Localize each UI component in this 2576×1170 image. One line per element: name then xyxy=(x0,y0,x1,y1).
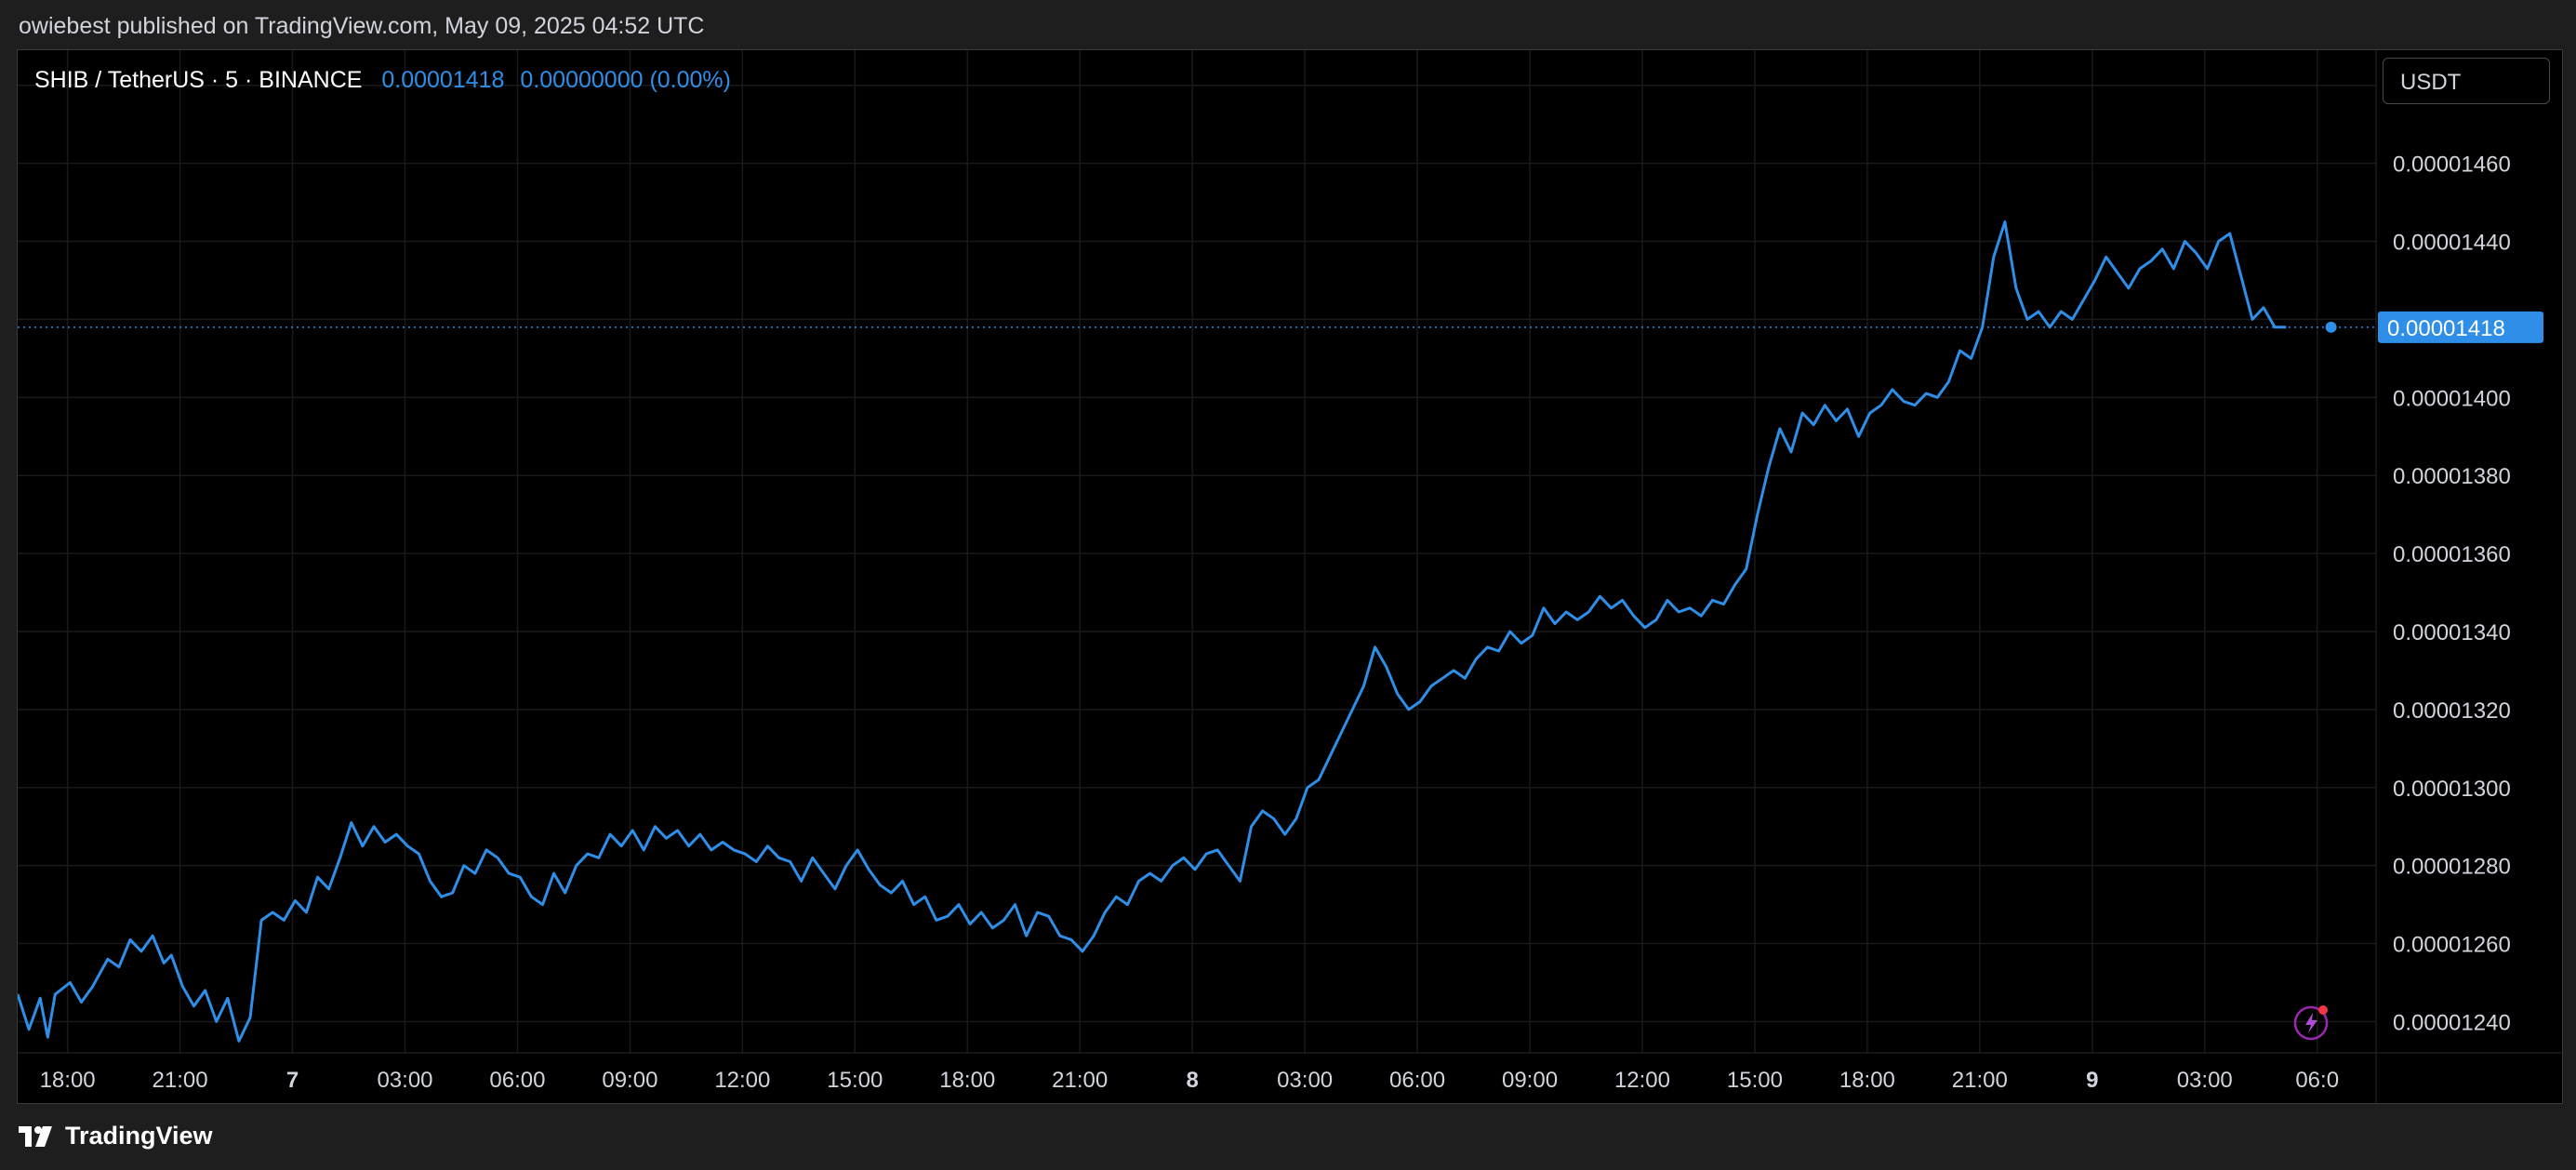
x-tick-label: 03:00 xyxy=(1277,1068,1333,1093)
x-tick-label: 9 xyxy=(2086,1068,2098,1093)
chart-grid xyxy=(18,50,2376,1053)
brand-name: TradingView xyxy=(65,1122,213,1150)
y-tick-label: 0.00001440 xyxy=(2393,231,2511,256)
y-tick-label: 0.00001360 xyxy=(2393,542,2511,567)
x-tick-label: 18:00 xyxy=(40,1068,96,1093)
symbol-legend: SHIB / TetherUS · 5 · BINANCE 0.00001418… xyxy=(34,67,731,94)
last-price-dot xyxy=(2325,321,2337,333)
y-tick-label: 0.00001380 xyxy=(2393,464,2511,489)
symbol-name[interactable]: SHIB / TetherUS · 5 · BINANCE xyxy=(34,67,362,93)
currency-selector[interactable]: USDT xyxy=(2383,58,2550,104)
x-tick-label: 21:00 xyxy=(153,1068,208,1093)
y-tick-label: 0.00001240 xyxy=(2393,1010,2511,1035)
y-tick-label: 0.00001340 xyxy=(2393,620,2511,645)
y-tick-label: 0.00001320 xyxy=(2393,698,2511,724)
time-axis: 18:00 21:00 7 03:00 06:00 09:00 12:00 15:00 18:0… xyxy=(40,1068,2339,1093)
x-tick-label: 7 xyxy=(286,1068,299,1093)
x-tick-label: 12:00 xyxy=(1614,1068,1670,1093)
x-tick-label: 18:00 xyxy=(1839,1068,1895,1093)
published-by-text: owiebest published on TradingView.com, M… xyxy=(19,13,705,39)
x-tick-label: 06:00 xyxy=(1389,1068,1445,1093)
y-tick-label: 0.00001280 xyxy=(2393,855,2511,880)
y-tick-label: 0.00001300 xyxy=(2393,777,2511,802)
x-tick-label: 09:00 xyxy=(1502,1068,1558,1093)
y-tick-label: 0.00001260 xyxy=(2393,933,2511,958)
x-tick-label: 15:00 xyxy=(827,1068,883,1093)
x-tick-label: 09:00 xyxy=(602,1068,657,1093)
x-tick-label: 03:00 xyxy=(2177,1068,2233,1093)
chart-pane[interactable]: 0.000014800.000014600.000014400.00001420… xyxy=(17,49,2563,1104)
price-chart[interactable]: 0.000014800.000014600.000014400.00001420… xyxy=(18,50,2562,1103)
x-tick-label: 12:00 xyxy=(714,1068,770,1093)
tradingview-logo-icon xyxy=(19,1125,52,1147)
x-tick-label: 18:00 xyxy=(939,1068,995,1093)
current-price-tag: 0.00001418 xyxy=(2378,311,2543,343)
y-tick-label: 0.00001400 xyxy=(2393,386,2511,411)
x-tick-label: 06:0 xyxy=(2295,1068,2339,1093)
lightning-bolt-icon[interactable] xyxy=(2292,1003,2331,1042)
last-price-value: 0.00001418 xyxy=(381,67,505,93)
x-tick-label: 03:00 xyxy=(377,1068,432,1093)
price-change-value: 0.00000000 (0.00%) xyxy=(520,67,731,93)
current-price-tag-label: 0.00001418 xyxy=(2387,316,2505,341)
price-axis: 0.000014800.000014600.000014400.00001420… xyxy=(2393,74,2511,1036)
x-tick-label: 06:00 xyxy=(489,1068,545,1093)
x-tick-label: 15:00 xyxy=(1727,1068,1783,1093)
x-tick-label: 21:00 xyxy=(1952,1068,2008,1093)
y-tick-label: 0.00001460 xyxy=(2393,153,2511,178)
tradingview-logo[interactable]: TradingView xyxy=(19,1122,213,1150)
x-tick-label: 21:00 xyxy=(1052,1068,1108,1093)
x-tick-label: 8 xyxy=(1186,1068,1198,1093)
